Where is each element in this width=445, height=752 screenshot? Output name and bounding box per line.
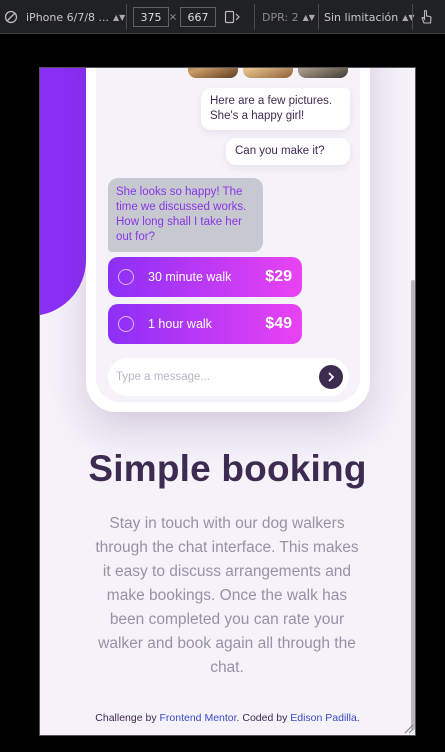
scrollbar[interactable]: [411, 280, 415, 730]
chat-screen: Here are a few pictures. She's a happy g…: [96, 68, 360, 402]
dimension-separator: ×: [168, 7, 178, 27]
chevron-updown-icon: ▲▼: [302, 12, 315, 22]
walk-option-label: 1 hour walk: [148, 317, 212, 331]
walk-option-30-min[interactable]: 30 minute walk $29: [108, 257, 302, 297]
divider: [318, 4, 319, 30]
dpr-select[interactable]: DPR: 2 ▲▼: [262, 7, 315, 27]
walk-option-price: $29: [265, 268, 292, 285]
outgoing-message: Can you make it?: [226, 138, 350, 165]
message-bar: [108, 358, 349, 396]
photo-row: [188, 68, 348, 78]
height-field[interactable]: 667: [180, 7, 216, 27]
resize-grip-icon[interactable]: [404, 724, 414, 734]
height-input[interactable]: 667: [180, 7, 216, 27]
divider: [412, 4, 413, 30]
attribution-prefix: Challenge by: [95, 712, 160, 724]
touch-icon[interactable]: [419, 7, 433, 27]
walk-option-price: $49: [265, 315, 292, 332]
page-title: Simple booking: [88, 448, 367, 489]
radio-icon[interactable]: [118, 269, 134, 285]
width-input[interactable]: 375: [133, 7, 169, 27]
radio-icon[interactable]: [118, 316, 134, 332]
walk-option-label: 30 minute walk: [148, 270, 232, 284]
width-field[interactable]: 375: [133, 7, 169, 27]
throttle-label: Sin limitación: [324, 10, 399, 24]
chevron-updown-icon: ▲▼: [113, 12, 126, 22]
device-select[interactable]: iPhone 6/7/8 ... ▲▼: [26, 7, 125, 27]
incoming-message: She looks so happy! The time we discusse…: [108, 178, 263, 252]
message-input[interactable]: [116, 371, 319, 383]
author-link[interactable]: Edison Padilla: [290, 712, 357, 724]
send-button[interactable]: [319, 365, 343, 389]
times-label: ×: [168, 11, 178, 23]
device-toolbar: iPhone 6/7/8 ... ▲▼ 375 × 667 DPR: 2 ▲▼ …: [0, 0, 445, 34]
divider: [254, 4, 255, 30]
phone-mockup: Here are a few pictures. She's a happy g…: [86, 68, 370, 412]
chevron-right-icon: [328, 372, 335, 382]
outgoing-message: Here are a few pictures. She's a happy g…: [201, 88, 350, 130]
dog-photo: [243, 68, 293, 78]
throttle-select[interactable]: Sin limitación ▲▼: [324, 7, 415, 27]
frontend-mentor-link[interactable]: Frontend Mentor: [160, 712, 237, 724]
divider: [126, 4, 127, 30]
dog-photo: [188, 68, 238, 78]
attribution: Challenge by Frontend Mentor. Coded by E…: [40, 712, 415, 724]
device-select-label: iPhone 6/7/8 ...: [26, 10, 110, 24]
walk-option-1-hour[interactable]: 1 hour walk $49: [108, 304, 302, 344]
dpr-label: DPR: 2: [262, 10, 299, 24]
page-description: Stay in touch with our dog walkers throu…: [95, 515, 359, 676]
rotate-icon[interactable]: [224, 7, 240, 27]
attribution-suffix: .: [356, 712, 360, 724]
page-viewport: Here are a few pictures. She's a happy g…: [39, 67, 416, 736]
attribution-middle: . Coded by: [236, 712, 291, 724]
decorative-blob: [40, 68, 86, 316]
dog-photo: [298, 68, 348, 78]
responsive-toggle-icon[interactable]: [4, 7, 18, 27]
